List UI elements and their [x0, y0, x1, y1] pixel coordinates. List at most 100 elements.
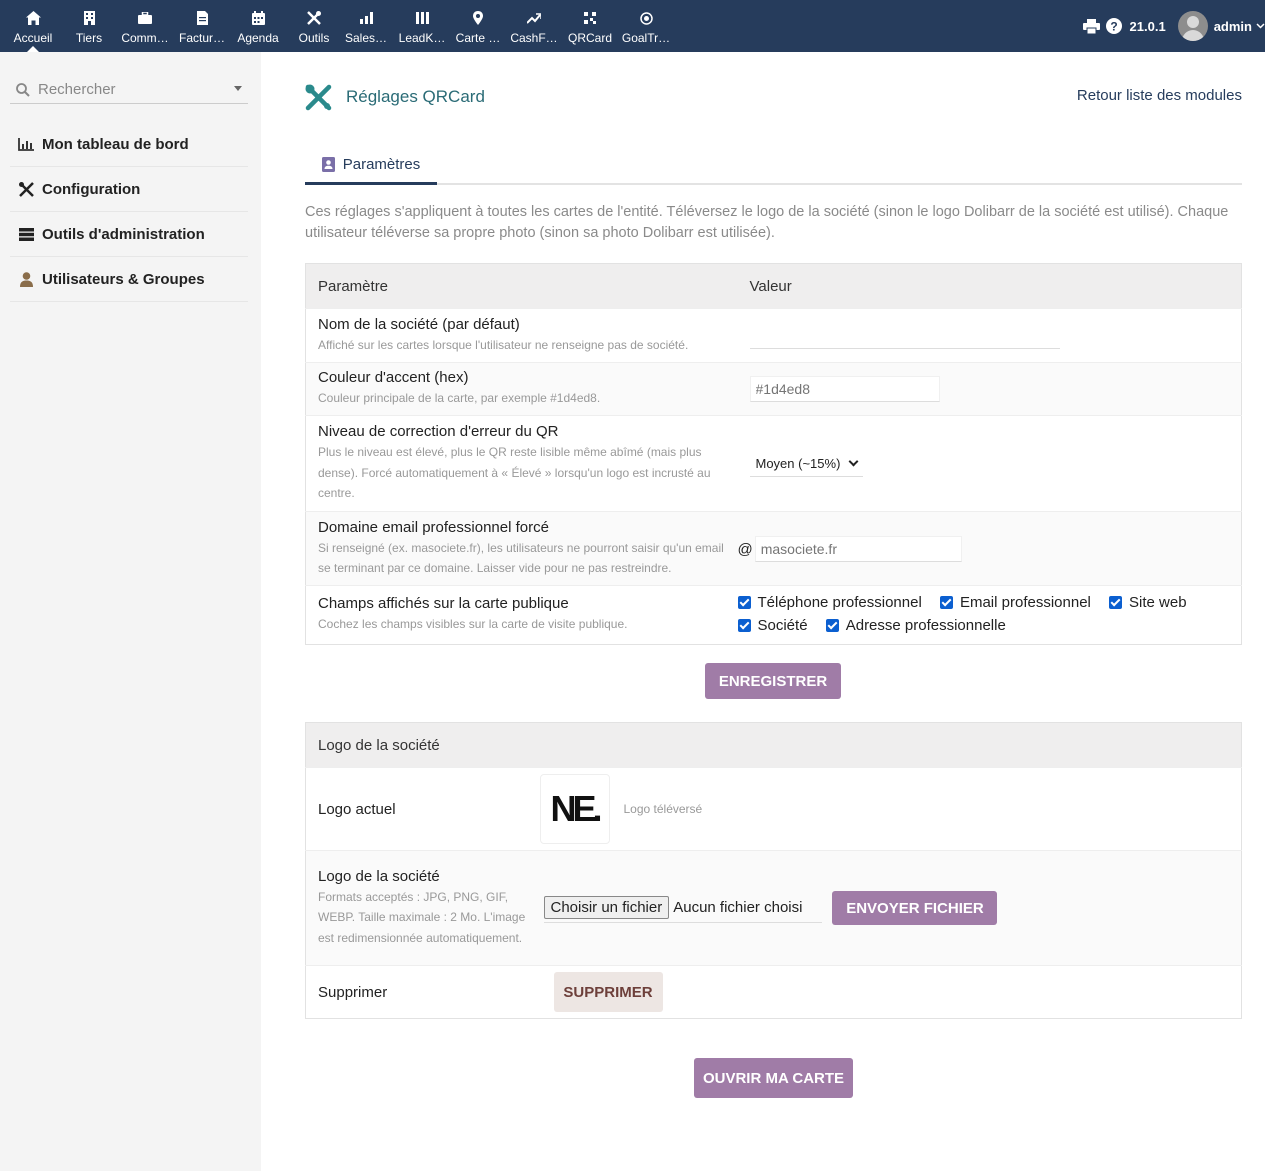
current-logo-label: Logo actuel [318, 800, 396, 818]
topnav-label: Comm… [121, 31, 169, 45]
topnav-label: QRCard [567, 31, 612, 45]
sidebar-item-configuration[interactable]: Configuration [10, 167, 248, 212]
topnav-label: Carte … [455, 31, 501, 45]
search-select[interactable]: Rechercher [10, 76, 248, 104]
table-header-row: Paramètre Valeur [305, 263, 1242, 309]
accent-color-hint: Couleur principale de la carte, par exem… [318, 391, 601, 406]
company-logo-text: NE. [550, 788, 602, 829]
sidebar-menu: Mon tableau de bord Configuration Outils… [10, 122, 248, 302]
topnav-item-outils[interactable]: Outils [290, 0, 338, 52]
accent-color-input[interactable] [749, 376, 940, 402]
topnav-item-qrcard[interactable]: QRCard [562, 0, 618, 52]
topnav-item-goaltracker[interactable]: GoalTr… [618, 0, 674, 52]
file-input[interactable]: Choisir un fichier Aucun fichier choisi [543, 893, 823, 923]
table-header-row: Logo de la société [305, 722, 1242, 768]
email-domain-label: Domaine email professionnel forcé [318, 518, 549, 536]
sidebar-item-users-groups[interactable]: Utilisateurs & Groupes [10, 257, 248, 302]
top-right-tools: ? 21.0.1 admin [1082, 0, 1265, 52]
email-domain-input[interactable] [754, 535, 962, 562]
user-name[interactable]: admin [1214, 19, 1252, 34]
ecc-level-select[interactable]: Moyen (~15%) [749, 450, 864, 477]
topnav-label: Agenda [237, 31, 279, 45]
logo-section-title: Logo de la société [305, 722, 1242, 768]
briefcase-icon [137, 10, 153, 26]
topnav-item-sales[interactable]: Sales… [338, 0, 394, 52]
topnav-item-agenda[interactable]: Agenda [226, 0, 290, 52]
ecc-level-hint: Plus le niveau est élevé, plus le QR res… [318, 445, 711, 501]
page-title: Réglages QRCard [346, 87, 485, 106]
qr-icon [582, 10, 598, 26]
sidebar-item-label: Utilisateurs & Groupes [42, 270, 205, 288]
company-logo-image: NE. [539, 774, 610, 844]
send-file-button[interactable]: ENVOYER FICHIER [832, 891, 998, 925]
chevron-down-icon [848, 456, 859, 466]
topnav-item-accueil[interactable]: Accueil [0, 0, 66, 52]
delete-label: Supprimer [318, 983, 388, 1001]
topnav-item-commerce[interactable]: Comm… [112, 0, 178, 52]
print-icon[interactable] [1082, 18, 1100, 34]
help-icon[interactable]: ? [1105, 18, 1122, 34]
checkbox-website[interactable]: Site web [1109, 592, 1187, 613]
save-button[interactable]: ENREGISTRER [705, 663, 841, 699]
sidebar-item-dashboard[interactable]: Mon tableau de bord [10, 122, 248, 167]
company-name-hint: Affiché sur les cartes lorsque l'utilisa… [318, 337, 689, 352]
public-fields-hint: Cochez les champs visibles sur la carte … [318, 617, 628, 632]
table-row: Logo de la société Formats acceptés : JP… [305, 850, 1242, 966]
sidebar-item-admin-tools[interactable]: Outils d'administration [10, 212, 248, 257]
company-name-input[interactable] [749, 322, 1060, 349]
invoice-icon [194, 10, 210, 26]
tools-icon [10, 181, 42, 197]
back-to-modules-link[interactable]: Retour liste des modules [1077, 87, 1242, 104]
table-row: Couleur d'accent (hex) Couleur principal… [305, 362, 1242, 416]
public-fields-label: Champs affichés sur la carte publique [318, 595, 569, 613]
accent-color-label: Couleur d'accent (hex) [318, 369, 469, 387]
trend-icon [526, 10, 542, 26]
at-prefix: @ [737, 540, 753, 558]
ecc-level-selected: Moyen (~15%) [755, 455, 841, 471]
logo-upload-hint: Formats acceptés : JPG, PNG, GIF, WEBP. … [318, 889, 526, 945]
topnav-item-cashflow[interactable]: CashF… [506, 0, 562, 52]
topnav-label: Outils [298, 31, 330, 45]
checkbox-checked-icon [939, 596, 953, 609]
delete-logo-button[interactable]: SUPPRIMER [553, 972, 663, 1012]
chevron-down-icon[interactable] [1256, 23, 1265, 29]
topnav-item-facturation[interactable]: Factur… [178, 0, 226, 52]
building-icon [81, 10, 97, 26]
page-header: Réglages QRCard [305, 82, 485, 112]
table-row: Domaine email professionnel forcé Si ren… [305, 511, 1242, 586]
top-nav: Accueil Tiers Comm… Factur… Agenda Outil… [0, 0, 674, 52]
search-placeholder: Rechercher [38, 81, 116, 98]
svg-text:?: ? [1110, 20, 1117, 34]
checkbox-company[interactable]: Société [737, 615, 808, 636]
topnav-item-leadk[interactable]: LeadK… [394, 0, 450, 52]
checkbox-checked-icon [1109, 596, 1123, 609]
no-file-text: Aucun fichier choisi [673, 899, 803, 916]
checkbox-label: Email professionnel [959, 594, 1091, 611]
server-icon [10, 227, 42, 241]
user-icon [10, 271, 42, 287]
checkbox-checked-icon [737, 596, 751, 609]
table-row: Supprimer SUPPRIMER [305, 965, 1242, 1019]
checkbox-email[interactable]: Email professionnel [939, 592, 1091, 613]
ecc-level-label: Niveau de correction d'erreur du QR [318, 423, 559, 441]
tabs-bar: Paramètres [305, 147, 1242, 185]
tab-parametres[interactable]: Paramètres [305, 147, 437, 185]
topnav-item-carte[interactable]: Carte … [450, 0, 506, 52]
checkbox-label: Téléphone professionnel [757, 594, 922, 611]
columns-icon [414, 10, 430, 26]
checkbox-address[interactable]: Adresse professionnelle [825, 615, 1006, 636]
avatar[interactable] [1177, 11, 1208, 41]
calendar-icon [250, 10, 266, 26]
topnav-label: Sales… [344, 31, 388, 45]
open-card-button[interactable]: OUVRIR MA CARTE [694, 1058, 853, 1098]
tools-icon [305, 84, 332, 111]
sidebar-item-label: Configuration [42, 180, 141, 198]
choose-file-button[interactable]: Choisir un fichier [543, 896, 670, 919]
table-row: Logo actuel NE. Logo téléversé [305, 767, 1242, 851]
logo-table: Logo de la société Logo actuel NE. Logo … [305, 722, 1242, 1019]
checkbox-phone[interactable]: Téléphone professionnel [737, 592, 922, 613]
table-row: Nom de la société (par défaut) Affiché s… [305, 308, 1242, 363]
topnav-item-tiers[interactable]: Tiers [66, 0, 112, 52]
logo-upload-label: Logo de la société [318, 867, 440, 885]
table-row: Niveau de correction d'erreur du QR Plus… [305, 415, 1242, 512]
